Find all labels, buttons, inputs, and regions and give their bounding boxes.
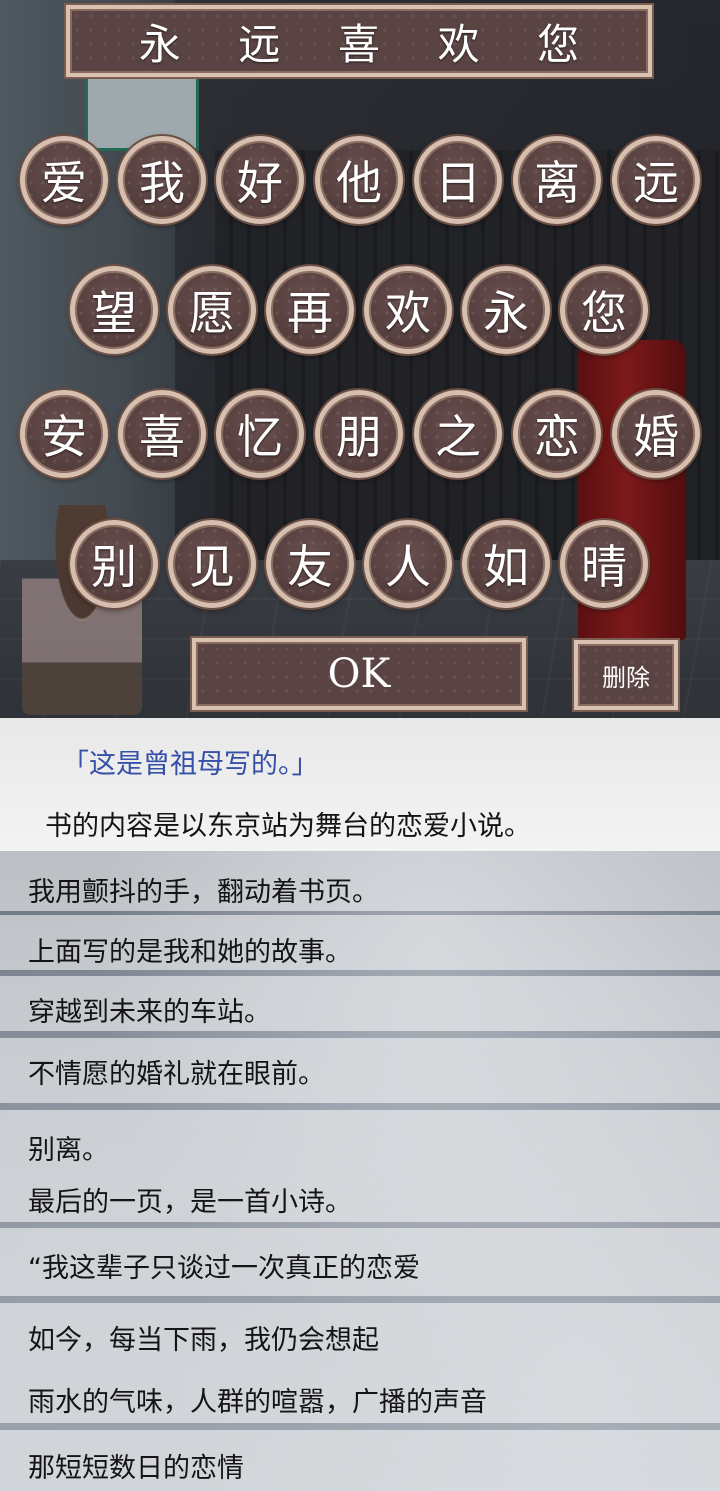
char-tile[interactable]: 安 — [20, 390, 108, 478]
game-scene: 永 远 喜 欢 您 爱 我 好 他 日 离 远 望 愿 再 欢 永 您 安 喜 … — [0, 0, 720, 718]
answer-char: 您 — [537, 19, 580, 69]
answer-char: 远 — [238, 19, 281, 69]
story-line: 雨水的气味，人群的喧嚣，广播的声音 — [28, 1387, 487, 1418]
char-tile[interactable]: 离 — [513, 136, 601, 224]
story-line: 别离。 — [28, 1135, 109, 1166]
char-tile[interactable]: 爱 — [20, 136, 108, 224]
char-tile[interactable]: 永 — [462, 266, 550, 354]
story-line: 最后的一页，是一首小诗。 — [28, 1187, 352, 1218]
story-line: 不情愿的婚礼就在眼前。 — [28, 1059, 325, 1090]
char-tile[interactable]: 人 — [364, 520, 452, 608]
char-tile[interactable]: 欢 — [364, 266, 452, 354]
story-panel: 「这是曾祖母写的。」 书的内容是以东京站为舞台的恋爱小说。 我用颤抖的手，翻动着… — [0, 718, 720, 1491]
answer-char: 永 — [138, 19, 181, 69]
scene-dim-overlay — [0, 0, 720, 718]
story-line: 如今，每当下雨，我仍会想起 — [28, 1325, 379, 1356]
char-tile[interactable]: 友 — [266, 520, 354, 608]
char-tile[interactable]: 晴 — [560, 520, 648, 608]
char-tile[interactable]: 别 — [70, 520, 158, 608]
char-tile[interactable]: 好 — [216, 136, 304, 224]
char-tile[interactable]: 远 — [612, 136, 700, 224]
char-tile[interactable]: 喜 — [118, 390, 206, 478]
story-line: “我这辈子只谈过一次真正的恋爱 — [28, 1253, 420, 1284]
story-line: 上面写的是我和她的故事。 — [28, 937, 352, 968]
char-tile[interactable]: 他 — [315, 136, 403, 224]
story-line: 我用颤抖的手，翻动着书页。 — [28, 877, 379, 908]
char-tile[interactable]: 您 — [560, 266, 648, 354]
answer-bar: 永 远 喜 欢 您 — [64, 3, 654, 79]
char-tile[interactable]: 我 — [118, 136, 206, 224]
story-line: 书的内容是以东京站为舞台的恋爱小说。 — [45, 811, 531, 842]
story-line: 穿越到未来的车站。 — [28, 997, 271, 1028]
delete-button[interactable]: 删除 — [574, 640, 678, 710]
ok-button[interactable]: OK — [192, 638, 526, 710]
char-tile[interactable]: 如 — [462, 520, 550, 608]
char-tile[interactable]: 望 — [70, 266, 158, 354]
char-tile[interactable]: 婚 — [612, 390, 700, 478]
answer-char: 喜 — [337, 19, 380, 69]
char-tile[interactable]: 见 — [168, 520, 256, 608]
dialogue-quote: 「这是曾祖母写的。」 — [62, 749, 319, 780]
char-tile[interactable]: 之 — [414, 390, 502, 478]
char-tile[interactable]: 恋 — [513, 390, 601, 478]
char-tile[interactable]: 日 — [414, 136, 502, 224]
char-tile[interactable]: 朋 — [315, 390, 403, 478]
char-tile[interactable]: 愿 — [168, 266, 256, 354]
char-tile[interactable]: 再 — [266, 266, 354, 354]
char-tile[interactable]: 忆 — [216, 390, 304, 478]
story-line: 那短短数日的恋情 — [28, 1453, 244, 1484]
answer-char: 欢 — [437, 19, 480, 69]
